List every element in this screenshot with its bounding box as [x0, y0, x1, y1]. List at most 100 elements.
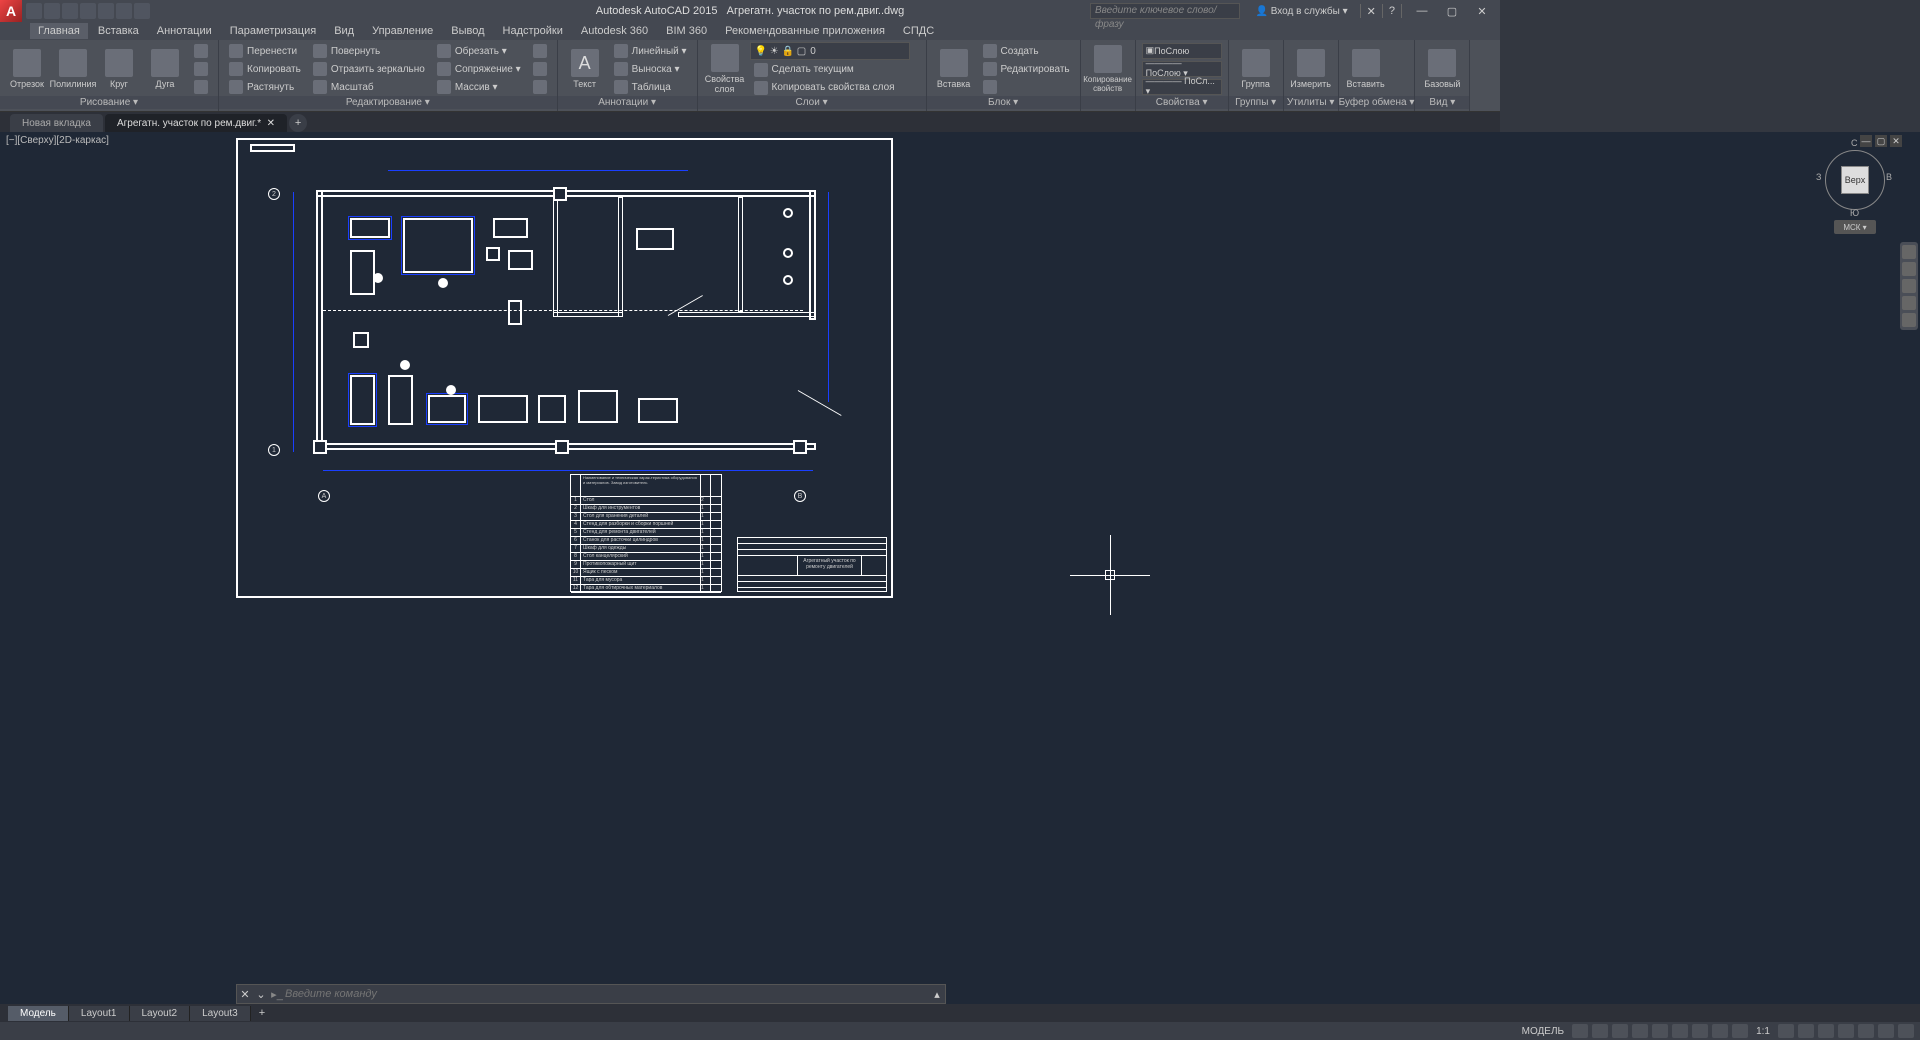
doc-tab-add[interactable]: + [289, 114, 307, 132]
status-ortho-icon[interactable] [1612, 1024, 1628, 1038]
nav-zoom-icon[interactable] [1902, 279, 1916, 293]
qat-open-icon[interactable] [44, 3, 60, 19]
qat-saveas-icon[interactable] [80, 3, 96, 19]
tab-insert[interactable]: Вставка [90, 23, 147, 39]
status-annomonitor-icon[interactable] [1818, 1024, 1834, 1038]
match-layer-button[interactable]: Копировать свойства слоя [750, 79, 920, 96]
modify-extra2[interactable] [529, 61, 551, 78]
panel-layers-title[interactable]: Слои ▾ [698, 96, 926, 109]
nav-pan-icon[interactable] [1902, 262, 1916, 276]
tab-parametric[interactable]: Параметризация [222, 23, 324, 39]
layout-tab-2[interactable]: Layout2 [130, 1006, 191, 1021]
mirror-button[interactable]: Отразить зеркально [309, 61, 429, 78]
qat-undo-icon[interactable] [116, 3, 132, 19]
status-polar-icon[interactable] [1632, 1024, 1648, 1038]
status-isolate-icon[interactable] [1858, 1024, 1874, 1038]
drawing-canvas[interactable]: [−][Сверху][2D-каркас] — ▢ ✕ [0, 132, 1920, 1004]
panel-utilities-title[interactable]: Утилиты ▾ [1284, 96, 1338, 109]
fillet-button[interactable]: Сопряжение ▾ [433, 61, 525, 78]
status-model[interactable]: МОДЕЛЬ [1518, 1026, 1568, 1037]
status-scale[interactable]: 1:1 [1752, 1026, 1774, 1037]
close-button[interactable]: ✕ [1468, 2, 1496, 20]
modify-extra3[interactable] [529, 79, 551, 96]
nav-orbit-icon[interactable] [1902, 296, 1916, 310]
matchprop-button[interactable]: Копирование свойств [1087, 42, 1129, 96]
nav-showmotion-icon[interactable] [1902, 313, 1916, 327]
cmdline-history-icon[interactable]: ▴ [929, 988, 945, 1001]
move-button[interactable]: Перенести [225, 43, 305, 60]
help-search-input[interactable]: Введите ключевое слово/фразу [1090, 3, 1240, 19]
layout-tab-add[interactable]: + [251, 1005, 273, 1021]
tab-spds[interactable]: СПДС [895, 23, 942, 39]
tab-a360[interactable]: Autodesk 360 [573, 23, 656, 39]
status-cleanscreen-icon[interactable] [1878, 1024, 1894, 1038]
status-cycling-icon[interactable] [1732, 1024, 1748, 1038]
copy-button[interactable]: Копировать [225, 61, 305, 78]
text-button[interactable]: AТекст [564, 42, 606, 96]
panel-view-title[interactable]: Вид ▾ [1415, 96, 1469, 109]
baseview-button[interactable]: Базовый [1421, 42, 1463, 96]
signin-button[interactable]: 👤 Вход в службы ▾ [1249, 6, 1353, 17]
nav-wheel-icon[interactable] [1902, 245, 1916, 259]
help-icon[interactable]: ? [1389, 5, 1395, 17]
command-line[interactable]: ✕ ⌄ ▸_ ▴ [236, 984, 946, 1004]
dim-linear-button[interactable]: Линейный ▾ [610, 43, 691, 60]
draw-extra1[interactable] [190, 43, 212, 60]
tab-bim360[interactable]: BIM 360 [658, 23, 715, 39]
status-annoscale-icon[interactable] [1778, 1024, 1794, 1038]
qat-redo-icon[interactable] [134, 3, 150, 19]
app-menu-button[interactable]: A [0, 0, 22, 22]
panel-block-title[interactable]: Блок ▾ [927, 96, 1080, 109]
command-input[interactable] [285, 988, 929, 1000]
block-extra[interactable] [979, 79, 1074, 96]
status-customize-icon[interactable] [1898, 1024, 1914, 1038]
linetype-combo[interactable]: ———— ПоСл... ▾ [1142, 79, 1222, 95]
stretch-button[interactable]: Растянуть [225, 79, 305, 96]
tab-manage[interactable]: Управление [364, 23, 441, 39]
tab-annotate[interactable]: Аннотации [149, 23, 220, 39]
color-combo[interactable]: ▣ ПоСлою [1142, 43, 1222, 59]
viewcube-top-face[interactable]: Верх [1841, 166, 1869, 194]
table-button[interactable]: Таблица [610, 79, 691, 96]
layer-combo[interactable]: 💡 ☀ 🔒 ▢ 0 [750, 42, 910, 60]
vp-close[interactable]: ✕ [1890, 135, 1902, 147]
draw-extra3[interactable] [190, 79, 212, 96]
leader-button[interactable]: Выноска ▾ [610, 61, 691, 78]
layer-props-button[interactable]: Свойства слоя [704, 42, 746, 96]
status-transparency-icon[interactable] [1712, 1024, 1728, 1038]
panel-properties-title[interactable]: Свойства ▾ [1136, 96, 1228, 109]
panel-groups-title[interactable]: Группы ▾ [1229, 96, 1283, 109]
status-grid-icon[interactable] [1572, 1024, 1588, 1038]
line-button[interactable]: Отрезок [6, 42, 48, 96]
make-current-button[interactable]: Сделать текущим [750, 61, 920, 78]
tab-home[interactable]: Главная [30, 23, 88, 39]
doc-tab-start[interactable]: Новая вкладка [10, 114, 103, 132]
status-lwt-icon[interactable] [1692, 1024, 1708, 1038]
doc-tab-current[interactable]: Агрегатн. участок по рем.двиг.* ✕ [105, 114, 287, 132]
exchange-icon[interactable]: ✕ [1367, 5, 1376, 18]
status-osnap-icon[interactable] [1652, 1024, 1668, 1038]
lineweight-combo[interactable]: ———— ПоСлою ▾ [1142, 61, 1222, 77]
modify-extra1[interactable] [529, 43, 551, 60]
scale-button[interactable]: Масштаб [309, 79, 429, 96]
qat-new-icon[interactable] [26, 3, 42, 19]
edit-block-button[interactable]: Редактировать [979, 61, 1074, 78]
array-button[interactable]: Массив ▾ [433, 79, 525, 96]
qat-plot-icon[interactable] [98, 3, 114, 19]
tab-addins[interactable]: Надстройки [495, 23, 571, 39]
layout-tab-1[interactable]: Layout1 [69, 1006, 130, 1021]
cmdline-close-icon[interactable]: ✕ [237, 988, 253, 1001]
layout-tab-model[interactable]: Модель [8, 1006, 69, 1021]
wcs-dropdown[interactable]: МСК ▾ [1834, 220, 1876, 234]
viewport-label[interactable]: [−][Сверху][2D-каркас] [6, 135, 109, 146]
maximize-button[interactable]: ▢ [1438, 2, 1466, 20]
rotate-button[interactable]: Повернуть [309, 43, 429, 60]
arc-button[interactable]: Дуга [144, 42, 186, 96]
draw-extra2[interactable] [190, 61, 212, 78]
viewcube[interactable]: С Ю З В Верх МСК ▾ [1820, 142, 1890, 232]
trim-button[interactable]: Обрезать ▾ [433, 43, 525, 60]
paste-button[interactable]: Вставить [1345, 42, 1387, 96]
insert-block-button[interactable]: Вставка [933, 42, 975, 96]
polyline-button[interactable]: Полилиния [52, 42, 94, 96]
circle-button[interactable]: Круг [98, 42, 140, 96]
